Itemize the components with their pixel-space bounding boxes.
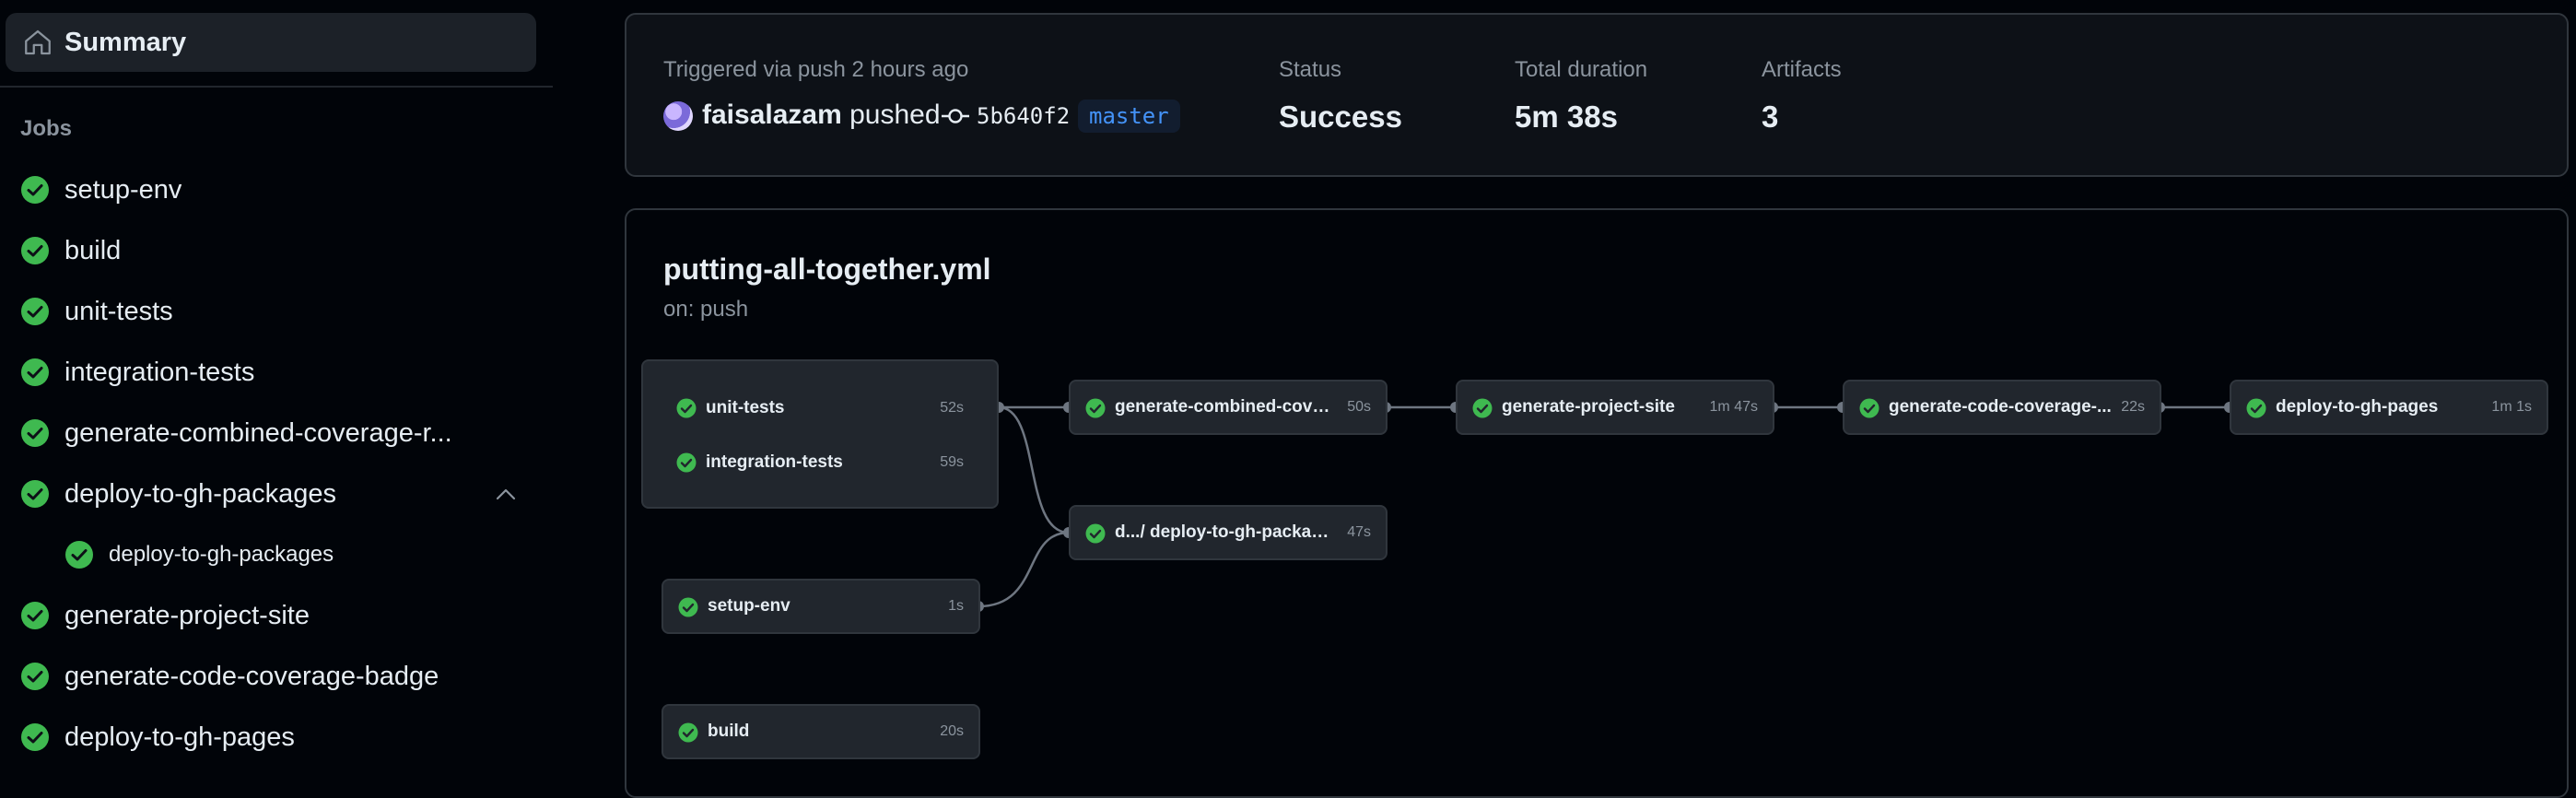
home-icon [25, 29, 51, 55]
sidebar-divider [0, 86, 553, 88]
actor-line: faisalazam pushed [702, 100, 941, 131]
graph-node-setup-env[interactable]: setup-env 1s [662, 579, 980, 634]
node-duration: 59s [940, 454, 964, 470]
git-commit-icon [942, 109, 969, 123]
check-circle-icon [1085, 523, 1106, 544]
graph-node-integration-tests[interactable]: integration-tests 59s [643, 436, 997, 489]
check-circle-icon [21, 298, 49, 325]
job-label: integration-tests [64, 358, 255, 387]
node-label: d.../ deploy-to-gh-packag... [1115, 522, 1336, 542]
check-circle-icon [21, 419, 49, 447]
graph-node-deploy-to-gh-pages[interactable]: deploy-to-gh-pages 1m 1s [2230, 380, 2548, 435]
sidebar-job-unit-tests[interactable]: unit-tests [0, 286, 553, 337]
job-group-tests: unit-tests 52s integration-tests 59s [641, 359, 999, 509]
summary-link[interactable]: Summary [6, 13, 536, 72]
avatar[interactable] [663, 101, 693, 131]
job-label: unit-tests [64, 297, 173, 326]
status-label: Status [1279, 57, 1342, 82]
node-label: deploy-to-gh-pages [2276, 397, 2439, 417]
sidebar: Summary Jobs setup-env build unit-tests … [0, 0, 553, 791]
node-duration: 52s [940, 400, 964, 416]
workflow-trigger: on: push [663, 297, 749, 322]
graph-node-generate-combined-coverage[interactable]: generate-combined-cove... 50s [1069, 380, 1388, 435]
trigger-text: Triggered via push 2 hours ago [663, 57, 969, 82]
job-label: build [64, 236, 122, 265]
sidebar-job-generate-project-site[interactable]: generate-project-site [0, 590, 553, 641]
node-label: build [708, 722, 750, 741]
job-label: setup-env [64, 175, 182, 205]
branch-badge[interactable]: master [1078, 100, 1180, 133]
check-circle-icon [21, 602, 49, 629]
check-circle-icon [1472, 398, 1493, 418]
actor-action: pushed [849, 100, 941, 130]
graph-node-generate-code-coverage-badge[interactable]: generate-code-coverage-... 22s [1843, 380, 2161, 435]
job-label: deploy-to-gh-packages [64, 479, 337, 509]
node-duration: 22s [2121, 399, 2145, 415]
node-label: generate-combined-cove... [1115, 397, 1336, 417]
job-label: generate-code-coverage-badge [64, 662, 439, 691]
chevron-up-icon[interactable] [494, 485, 518, 503]
summary-label: Summary [64, 28, 187, 57]
check-circle-icon [65, 541, 93, 569]
duration-label: Total duration [1515, 57, 1648, 82]
job-label: generate-combined-coverage-r... [64, 418, 452, 448]
sidebar-job-deploy-to-gh-packages[interactable]: deploy-to-gh-packages [0, 468, 553, 520]
node-label: generate-project-site [1502, 397, 1675, 417]
node-duration: 47s [1347, 524, 1371, 540]
node-label: unit-tests [706, 398, 785, 417]
node-duration: 20s [940, 723, 964, 739]
check-circle-icon [1085, 398, 1106, 418]
commit-sha-link[interactable]: 5b640f2 [977, 103, 1070, 129]
job-label: deploy-to-gh-pages [64, 722, 295, 752]
node-duration: 1s [948, 598, 964, 614]
sidebar-job-setup-env[interactable]: setup-env [0, 164, 553, 216]
node-label: setup-env [708, 596, 790, 616]
jobs-heading: Jobs [20, 116, 73, 141]
actor-name[interactable]: faisalazam [702, 100, 842, 130]
check-circle-icon [21, 723, 49, 751]
check-circle-icon [21, 480, 49, 508]
graph-node-build[interactable]: build 20s [662, 704, 980, 759]
check-circle-icon [678, 722, 698, 743]
graph-node-deploy-to-gh-packages[interactable]: d.../ deploy-to-gh-packag... 47s [1069, 505, 1388, 560]
workflow-file-name[interactable]: putting-all-together.yml [663, 252, 991, 287]
check-circle-icon [2246, 398, 2266, 418]
sidebar-job-integration-tests[interactable]: integration-tests [0, 346, 553, 398]
check-circle-icon [21, 358, 49, 386]
check-circle-icon [21, 663, 49, 690]
check-circle-icon [678, 597, 698, 617]
graph-node-unit-tests[interactable]: unit-tests 52s [643, 381, 997, 435]
artifacts-label: Artifacts [1762, 57, 1842, 82]
job-label: deploy-to-gh-packages [109, 542, 334, 567]
duration-value: 5m 38s [1515, 100, 1618, 134]
node-label: generate-code-coverage-... [1889, 397, 2112, 417]
check-circle-icon [676, 452, 697, 473]
node-duration: 50s [1347, 399, 1371, 415]
node-duration: 1m 1s [2491, 399, 2532, 415]
status-value: Success [1279, 100, 1402, 134]
graph-node-generate-project-site[interactable]: generate-project-site 1m 47s [1456, 380, 1774, 435]
sidebar-job-deploy-to-gh-pages[interactable]: deploy-to-gh-pages [0, 711, 553, 763]
artifacts-value[interactable]: 3 [1762, 100, 1778, 135]
node-label: integration-tests [706, 452, 843, 472]
run-summary-card: Triggered via push 2 hours ago faisalaza… [625, 13, 2569, 177]
sidebar-job-generate-combined-coverage[interactable]: generate-combined-coverage-r... [0, 407, 553, 459]
check-circle-icon [1859, 398, 1879, 418]
check-circle-icon [21, 237, 49, 264]
sidebar-subjob-deploy-to-gh-packages[interactable]: deploy-to-gh-packages [0, 529, 553, 581]
node-duration: 1m 47s [1709, 399, 1758, 415]
check-circle-icon [21, 176, 49, 204]
sidebar-job-build[interactable]: build [0, 225, 553, 276]
check-circle-icon [676, 398, 697, 418]
sidebar-job-generate-code-coverage-badge[interactable]: generate-code-coverage-badge [0, 651, 553, 702]
job-label: generate-project-site [64, 601, 310, 630]
